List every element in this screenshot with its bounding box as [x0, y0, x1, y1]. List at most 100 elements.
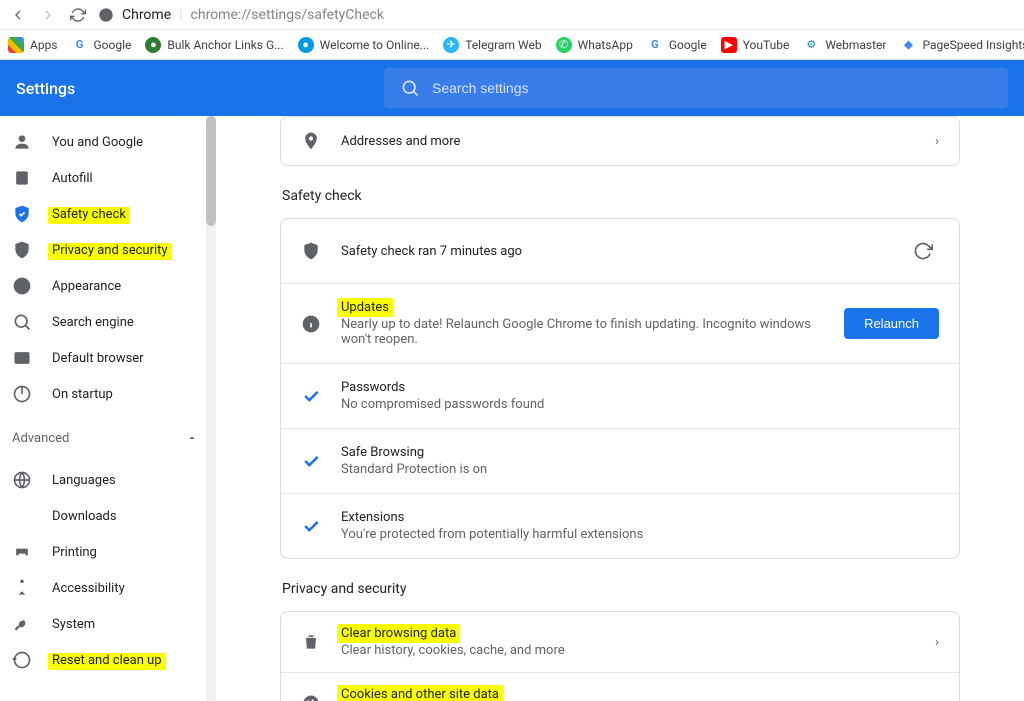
google-icon: G [647, 37, 663, 53]
row-title: Passwords [341, 380, 939, 395]
youtube-icon: ▶ [721, 37, 737, 53]
chevron-right-icon: › [935, 635, 939, 650]
bookmark-label: Webmaster [825, 38, 886, 52]
check-icon [301, 451, 321, 471]
sidebar-item-label: Languages [52, 473, 116, 488]
sidebar-item-label: Downloads [52, 509, 117, 524]
sidebar-item-privacy-security[interactable]: Privacy and security [0, 232, 216, 268]
sidebar-item-autofill[interactable]: Autofill [0, 160, 216, 196]
safety-check-status-row: Safety check ran 7 minutes ago [281, 219, 959, 283]
sidebar: You and Google Autofill Safety check Pri… [0, 116, 216, 701]
sidebar-item-accessibility[interactable]: Accessibility [0, 570, 216, 606]
cookie-icon [301, 693, 321, 701]
bookmark-apps[interactable]: Apps [8, 37, 58, 53]
settings-header: Settings [0, 60, 1024, 116]
row-title: Clear browsing data [341, 626, 456, 641]
passwords-row: PasswordsNo compromised passwords found [281, 363, 959, 428]
telegram-icon: ✈ [443, 37, 459, 53]
info-icon [301, 314, 321, 334]
scrollbar-thumb[interactable] [206, 116, 216, 226]
sidebar-item-safety-check[interactable]: Safety check [0, 196, 216, 232]
bookmark-label: Apps [30, 38, 58, 52]
status-text: Safety check ran 7 minutes ago [341, 244, 887, 259]
palette-icon [12, 276, 32, 296]
addresses-row[interactable]: Addresses and more › [281, 117, 959, 165]
whatsapp-icon: ✆ [556, 37, 572, 53]
sidebar-item-default-browser[interactable]: Default browser [0, 340, 216, 376]
sidebar-item-reset[interactable]: Reset and clean up [0, 642, 216, 678]
bookmark-google2[interactable]: GGoogle [647, 37, 707, 53]
sidebar-item-system[interactable]: System [0, 606, 216, 642]
sidebar-item-languages[interactable]: Languages [0, 462, 216, 498]
sidebar-item-on-startup[interactable]: On startup [0, 376, 216, 412]
browser-icon [12, 348, 32, 368]
globe-icon: ● [145, 37, 161, 53]
row-title: Updates [341, 300, 389, 315]
sidebar-item-label: Appearance [52, 279, 121, 294]
globe-icon [12, 470, 32, 490]
sidebar-item-label: Privacy and security [52, 243, 168, 258]
wrench-icon [12, 614, 32, 634]
clear-browsing-data-row[interactable]: Clear browsing data Clear history, cooki… [281, 612, 959, 672]
shield-check-icon [12, 204, 32, 224]
print-icon [12, 542, 32, 562]
forward-button[interactable] [38, 5, 58, 25]
trash-icon [301, 632, 321, 652]
search-box[interactable] [384, 68, 1008, 108]
reload-button[interactable] [68, 5, 88, 25]
sidebar-item-label: Search engine [52, 315, 134, 330]
chevron-right-icon: › [935, 696, 939, 701]
pagespeed-icon: ◆ [900, 37, 916, 53]
check-icon [301, 386, 321, 406]
bookmark-welcome[interactable]: ●Welcome to Online... [298, 37, 430, 53]
webmaster-icon: ⚙ [803, 37, 819, 53]
location-icon [301, 131, 321, 151]
row-subtitle: You're protected from potentially harmfu… [341, 527, 939, 542]
bookmark-google[interactable]: GGoogle [72, 37, 132, 53]
apps-icon [8, 37, 24, 53]
sidebar-item-printing[interactable]: Printing [0, 534, 216, 570]
search-input[interactable] [432, 80, 992, 96]
row-subtitle: Clear history, cookies, cache, and more [341, 643, 915, 658]
shield-icon [301, 241, 321, 261]
sidebar-item-you-and-google[interactable]: You and Google [0, 124, 216, 160]
site-icon [98, 7, 114, 23]
google-icon: G [72, 37, 88, 53]
sidebar-item-search-engine[interactable]: Search engine [0, 304, 216, 340]
bookmark-youtube[interactable]: ▶ YouTube [721, 37, 790, 53]
bookmark-label: YouTube [743, 38, 790, 52]
bookmark-webmaster[interactable]: ⚙ Webmaster [803, 37, 886, 53]
updates-row: Updates Nearly up to date! Relaunch Goog… [281, 283, 959, 363]
row-title: Extensions [341, 510, 939, 525]
sidebar-item-downloads[interactable]: Downloads [0, 498, 216, 534]
sidebar-item-label: System [52, 617, 95, 632]
sidebar-item-label: Autofill [52, 171, 93, 186]
row-title: Safe Browsing [341, 445, 939, 460]
row-subtitle: Standard Protection is on [341, 462, 939, 477]
relaunch-button[interactable]: Relaunch [844, 308, 939, 339]
bookmark-label: PageSpeed Insights [922, 38, 1024, 52]
sidebar-advanced-toggle[interactable]: Advanced [0, 418, 216, 458]
bookmark-whatsapp[interactable]: ✆ WhatsApp [556, 37, 633, 53]
bookmark-label: WhatsApp [578, 38, 633, 52]
sidebar-item-label: Accessibility [52, 581, 125, 596]
chevron-up-icon [186, 432, 198, 444]
back-button[interactable] [8, 5, 28, 25]
bookmark-label: Bulk Anchor Links G... [167, 38, 283, 52]
bookmarks-bar: Apps GGoogle ● Bulk Anchor Links G... ●We… [0, 30, 1024, 60]
sidebar-item-label: Reset and clean up [52, 653, 162, 668]
bookmark-telegram[interactable]: ✈Telegram Web [443, 37, 541, 53]
cookies-row[interactable]: Cookies and other site data Third-party … [281, 672, 959, 701]
assignment-icon [12, 168, 32, 188]
sidebar-item-appearance[interactable]: Appearance [0, 268, 216, 304]
search-icon [400, 78, 420, 98]
refresh-button[interactable] [907, 235, 939, 267]
download-icon [12, 506, 32, 526]
bookmark-anchor[interactable]: ● Bulk Anchor Links G... [145, 37, 283, 53]
bookmark-psi[interactable]: ◆ PageSpeed Insights [900, 37, 1024, 53]
accessibility-icon [12, 578, 32, 598]
url-scheme-label: Chrome [122, 7, 171, 23]
safety-check-card: Safety check ran 7 minutes ago Updates N… [280, 218, 960, 559]
browser-toolbar: Chrome | chrome://settings/safetyCheck [0, 0, 1024, 30]
address-bar[interactable]: Chrome | chrome://settings/safetyCheck [98, 7, 384, 23]
